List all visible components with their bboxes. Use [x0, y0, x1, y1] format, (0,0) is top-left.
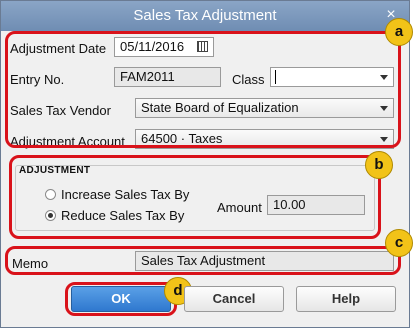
callout-badge-c: c — [385, 229, 413, 257]
callout-badge-b: b — [365, 151, 393, 179]
callout-box-d — [65, 282, 177, 316]
cancel-button[interactable]: Cancel — [184, 286, 284, 312]
callout-box-a — [5, 31, 401, 148]
window-title: Sales Tax Adjustment — [133, 7, 277, 24]
window-titlebar: Sales Tax Adjustment × — [1, 1, 409, 31]
help-button[interactable]: Help — [296, 286, 396, 312]
callout-box-b — [9, 155, 381, 239]
callout-box-c — [5, 246, 401, 275]
callout-badge-a: a — [385, 18, 413, 46]
sales-tax-adjustment-window: Sales Tax Adjustment × Adjustment Date 0… — [0, 0, 413, 328]
